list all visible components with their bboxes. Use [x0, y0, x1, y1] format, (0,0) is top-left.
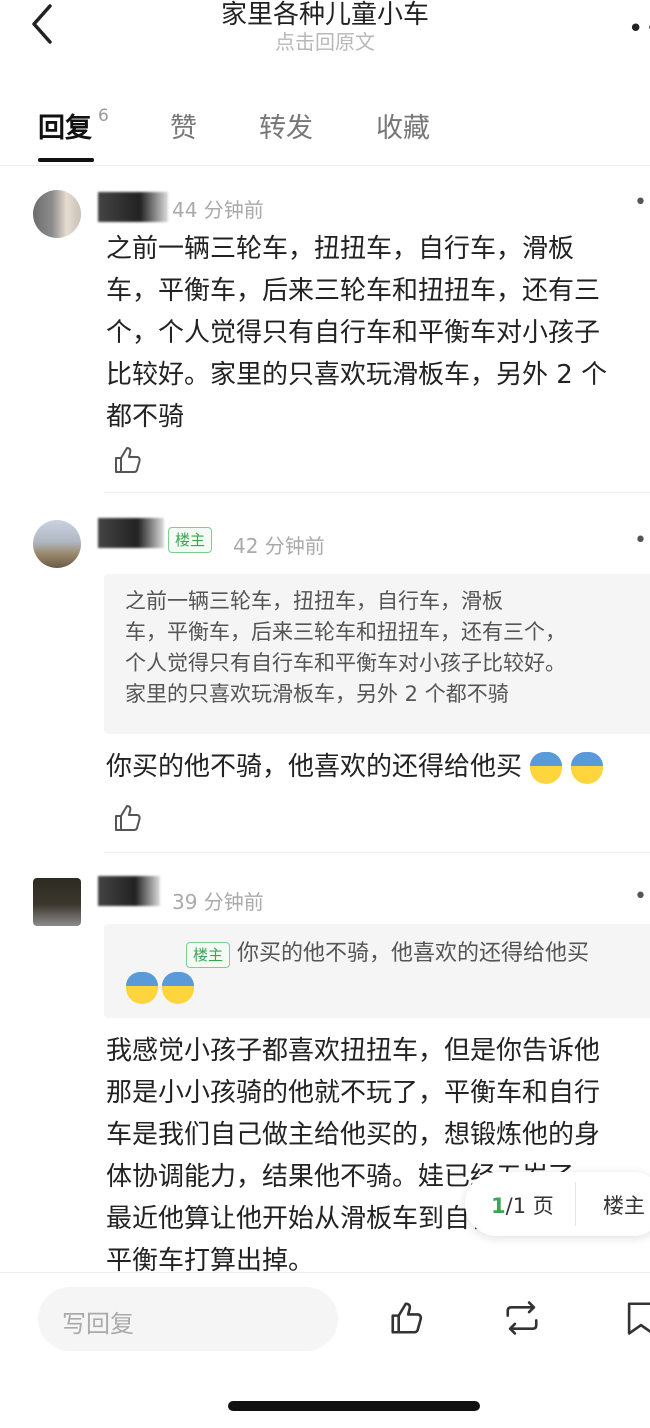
- username-blurred[interactable]: [98, 876, 160, 906]
- bottom-action-bar: 写回复: [0, 1272, 650, 1428]
- current-page: 1: [491, 1194, 506, 1218]
- op-badge: 楼主: [186, 942, 231, 968]
- divider: [104, 852, 650, 853]
- quoted-reply[interactable]: 楼主 你买的他不骑，他喜欢的还得给他买: [104, 924, 650, 1018]
- divider: [104, 492, 650, 493]
- anxious-sweat-emoji: [530, 751, 563, 784]
- tab-likes[interactable]: 赞: [170, 106, 197, 145]
- back-to-original-link[interactable]: 点击回原文: [0, 26, 650, 55]
- like-icon[interactable]: [112, 802, 144, 834]
- quoted-text: 之前一辆三轮车，扭扭车，自行车，滑板 车，平衡车，后来三轮车和扭扭车，还有三个，…: [125, 589, 566, 706]
- tab-reposts[interactable]: 转发: [259, 106, 313, 145]
- favorite-icon[interactable]: [622, 1299, 650, 1337]
- avatar[interactable]: [33, 878, 81, 926]
- home-indicator: [228, 1401, 480, 1411]
- comment-more-icon[interactable]: ••: [634, 884, 650, 909]
- page-navigator[interactable]: 1/1 页 楼主: [465, 1172, 650, 1236]
- anxious-sweat-emoji: [126, 972, 158, 1004]
- tab-bar: 回复 6 赞 转发 收藏: [0, 100, 650, 166]
- username-blurred[interactable]: [98, 518, 164, 548]
- comment-time: 39 分钟前: [172, 890, 264, 914]
- avatar[interactable]: [33, 190, 81, 238]
- op-badge: 楼主: [168, 527, 213, 553]
- more-options-icon[interactable]: ••: [628, 14, 650, 44]
- tab-favorites[interactable]: 收藏: [376, 106, 430, 145]
- top-nav-bar: 家里各种儿童小车 点击回原文 ••: [0, 0, 650, 90]
- username-blurred[interactable]: [98, 192, 168, 222]
- comment-time: 42 分钟前: [233, 534, 325, 558]
- quoted-text: 你买的他不骑，他喜欢的还得给他买: [237, 941, 590, 966]
- comment-text: 你买的他不骑，他喜欢的还得给他买: [106, 746, 650, 788]
- like-icon[interactable]: [388, 1299, 426, 1337]
- avatar[interactable]: [33, 520, 81, 568]
- quoted-reply[interactable]: 之前一辆三轮车，扭扭车，自行车，滑板 车，平衡车，后来三轮车和扭扭车，还有三个，…: [104, 574, 650, 734]
- comment-text: 之前一辆三轮车，扭扭车，自行车，滑板 车，平衡车，后来三轮车和扭扭车，还有三 个…: [106, 234, 608, 432]
- comment-more-icon[interactable]: ••: [634, 528, 650, 553]
- reply-placeholder: 写回复: [62, 1310, 134, 1338]
- op-only-filter-button[interactable]: 楼主: [603, 1190, 645, 1220]
- total-pages: /1 页: [505, 1194, 554, 1218]
- comment-text: 我感觉小孩子都喜欢扭扭车，但是你告诉他 那是小小孩骑的他就不玩了，平衡车和自行 …: [106, 1036, 601, 1276]
- pager-divider: [575, 1182, 576, 1226]
- comment-text-content: 你买的他不骑，他喜欢的还得给他买: [106, 752, 523, 782]
- reply-input[interactable]: 写回复: [38, 1287, 338, 1351]
- page-indicator[interactable]: 1/1 页: [491, 1190, 554, 1220]
- reply-count-badge: 6: [98, 106, 109, 126]
- anxious-sweat-emoji: [162, 972, 194, 1004]
- comment-time: 44 分钟前: [172, 198, 264, 222]
- repost-icon[interactable]: [503, 1299, 541, 1337]
- active-tab-indicator: [38, 158, 94, 162]
- comment-more-icon[interactable]: ••: [634, 190, 650, 215]
- like-icon[interactable]: [112, 444, 144, 476]
- anxious-sweat-emoji: [570, 751, 603, 784]
- tab-replies[interactable]: 回复: [38, 106, 92, 145]
